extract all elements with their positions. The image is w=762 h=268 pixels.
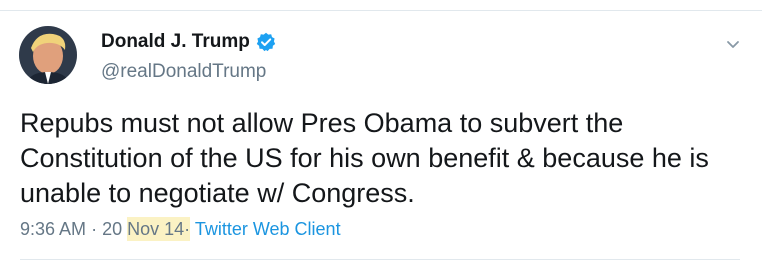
profile-photo [19, 26, 77, 84]
meta-separator: · [91, 219, 98, 239]
verified-badge-icon [256, 32, 276, 52]
tweet-text: Repubs must not allow Pres Obama to subv… [20, 108, 709, 208]
author-display-name[interactable]: Donald J. Trump [101, 31, 250, 53]
tweet-source-link[interactable]: Twitter Web Client [195, 219, 341, 239]
avatar[interactable] [19, 26, 77, 84]
chevron-down-icon[interactable] [725, 38, 741, 50]
author-handle[interactable]: @realDonaldTrump [101, 61, 266, 83]
tweet-day[interactable]: 20 [102, 219, 122, 239]
bottom-divider [20, 259, 740, 260]
tweet-time[interactable]: 9:36 AM [20, 219, 86, 239]
tweet-meta: 9:36 AM · 20 Nov 14· Twitter Web Client [20, 217, 341, 241]
meta-separator-highlighted: · [184, 217, 191, 241]
tweet-card: Donald J. Trump @realDonaldTrump Repubs … [0, 0, 762, 268]
tweet-month-year[interactable]: Nov 14 [127, 217, 185, 241]
author-row: Donald J. Trump [101, 31, 276, 53]
